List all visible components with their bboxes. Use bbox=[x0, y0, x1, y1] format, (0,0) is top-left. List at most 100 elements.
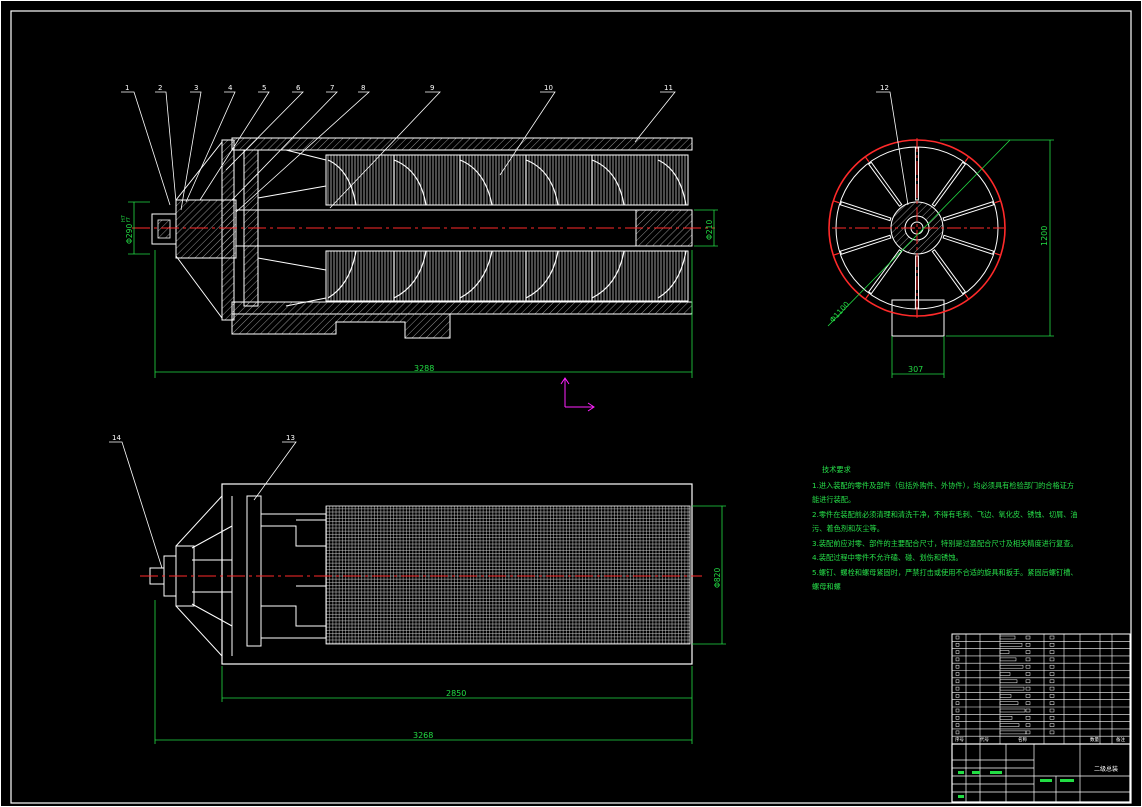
top-screen-mesh bbox=[325, 505, 691, 645]
parts-name-mark bbox=[999, 730, 1027, 735]
spoke bbox=[942, 234, 995, 255]
balloon-11: 11 bbox=[664, 84, 673, 92]
parts-cell-mark bbox=[1049, 716, 1055, 720]
front-balloon-labels: 1 2 3 4 5 6 7 8 9 10 11 bbox=[125, 84, 673, 92]
spoke bbox=[867, 161, 903, 207]
requirement-line: 2.零件在装配前必须清理和清洗干净，不得有毛刺、飞边、氧化皮、锈蚀、切屑、油 bbox=[812, 509, 1078, 519]
balloon-9: 9 bbox=[430, 84, 434, 92]
parts-cell-mark bbox=[1049, 643, 1055, 647]
header-remark: 备注 bbox=[1116, 736, 1125, 743]
balloon-5: 5 bbox=[262, 84, 266, 92]
parts-name-mark bbox=[999, 694, 1012, 698]
rim-tick bbox=[964, 293, 970, 300]
parts-cell-mark bbox=[955, 672, 960, 676]
parts-cell-mark bbox=[1025, 694, 1031, 698]
parts-cell-mark bbox=[1049, 650, 1055, 654]
title-block: 二级总装 序号 代号 名称 数量 备注 bbox=[951, 633, 1131, 803]
parts-cell-mark bbox=[1049, 657, 1055, 662]
balloon-14-leader bbox=[109, 441, 163, 569]
parts-cell-mark bbox=[1025, 672, 1031, 676]
parts-cell-mark bbox=[955, 716, 960, 720]
spoke bbox=[867, 249, 903, 295]
parts-cell-mark bbox=[1025, 701, 1031, 705]
parts-cell-mark bbox=[1049, 723, 1055, 727]
drawing-name: 二级总装 bbox=[1094, 765, 1118, 773]
parts-name-mark bbox=[999, 643, 1023, 647]
parts-cell-mark bbox=[1049, 679, 1055, 684]
hub-housing bbox=[175, 199, 237, 259]
technical-requirements-title: 技术要求 bbox=[822, 465, 851, 474]
parts-cell-mark bbox=[1049, 701, 1055, 705]
rim-tick bbox=[833, 200, 840, 204]
screen-mesh-lower bbox=[325, 250, 689, 302]
parts-cell-mark bbox=[955, 708, 960, 713]
front-section-view: 1 2 3 4 5 6 7 8 9 10 11 3288 Φ290 H7 f7 bbox=[121, 84, 718, 378]
balloon-4: 4 bbox=[228, 84, 233, 92]
requirement-line: 能进行装配。 bbox=[812, 495, 856, 504]
spoke bbox=[931, 161, 967, 207]
parts-name-mark bbox=[999, 650, 1010, 654]
requirement-line: 3.装配前应对零、部件的主要配合尺寸，特别是过盈配合尺寸及相关精度进行复查。 bbox=[812, 538, 1078, 548]
balloon-14: 14 bbox=[112, 434, 121, 442]
parts-cell-mark bbox=[1025, 686, 1031, 691]
spoke bbox=[839, 201, 892, 222]
balloon-12: 12 bbox=[880, 84, 889, 92]
parts-cell-mark bbox=[1025, 708, 1031, 713]
balloon-3: 3 bbox=[194, 84, 198, 92]
parts-cell-mark bbox=[955, 643, 960, 647]
requirement-line: 5.螺钉、螺栓和螺母紧固时，严禁打击或使用不合适的旋具和扳手。紧固后螺钉槽、 bbox=[812, 567, 1078, 577]
parts-cell-mark bbox=[955, 730, 960, 735]
balloon-13-leader bbox=[253, 441, 297, 501]
parts-cell-mark bbox=[1049, 730, 1055, 735]
parts-cell-mark bbox=[1025, 643, 1031, 647]
parts-cell-mark bbox=[955, 635, 960, 640]
dim-diameter-290: Φ290 bbox=[125, 224, 134, 244]
requirement-line: 1.进入装配的零件及部件（包括外购件、外协件），均必须具有检验部门的合格证方 bbox=[812, 480, 1075, 490]
parts-cell-mark bbox=[955, 686, 960, 691]
side-end-view: 12 1200 Φ1100 307 bbox=[827, 84, 1054, 378]
parts-cell-mark bbox=[955, 657, 960, 662]
header-name: 名称 bbox=[1018, 736, 1027, 743]
parts-name-mark bbox=[999, 657, 1017, 662]
parts-cell-mark bbox=[955, 723, 960, 727]
sheet-border-outer bbox=[0, 0, 1142, 807]
top-flange bbox=[246, 495, 262, 647]
requirement-line: 污、着色剂和灰尘等。 bbox=[812, 524, 884, 533]
dim-length-2850: 2850 bbox=[446, 689, 466, 698]
parts-cell-mark bbox=[955, 664, 960, 669]
parts-list-frame bbox=[951, 633, 1131, 745]
balloon-13: 13 bbox=[286, 434, 295, 442]
parts-cell-mark bbox=[955, 701, 960, 705]
dim-diameter-210: Φ210 bbox=[705, 220, 714, 240]
parts-name-mark bbox=[999, 635, 1016, 640]
parts-name-mark bbox=[999, 686, 1025, 691]
parts-cell-mark bbox=[1049, 672, 1055, 676]
parts-cell-mark bbox=[1049, 686, 1055, 691]
housing-bottom-wall bbox=[231, 301, 693, 315]
dim-diameter-1100: Φ1100 bbox=[828, 300, 852, 325]
parts-cell-mark bbox=[1025, 657, 1031, 662]
spoke bbox=[839, 234, 892, 255]
spoke bbox=[942, 201, 995, 222]
title-block-green-marks bbox=[958, 771, 1074, 798]
parts-name-mark bbox=[999, 716, 1013, 720]
parts-name-mark bbox=[999, 701, 1019, 705]
balloon-1: 1 bbox=[125, 84, 129, 92]
parts-name-mark bbox=[999, 708, 1026, 713]
spoke bbox=[931, 249, 967, 295]
balloon-7: 7 bbox=[330, 84, 334, 92]
screen-mesh-upper bbox=[325, 154, 689, 206]
support-base bbox=[891, 299, 945, 337]
dim-tolerance-sub: f7 bbox=[126, 217, 132, 222]
parts-cell-mark bbox=[1025, 664, 1031, 669]
rim-tick bbox=[833, 252, 840, 256]
dim-length-3288: 3288 bbox=[414, 364, 434, 373]
parts-name-mark bbox=[999, 672, 1011, 676]
dim-width-307: 307 bbox=[908, 365, 923, 374]
parts-list-rows bbox=[952, 634, 1130, 744]
header-code: 代号 bbox=[980, 736, 989, 743]
parts-cell-mark bbox=[1049, 708, 1055, 713]
parts-cell-mark bbox=[955, 679, 960, 684]
parts-name-mark bbox=[999, 664, 1024, 669]
rim-tick bbox=[964, 156, 970, 163]
